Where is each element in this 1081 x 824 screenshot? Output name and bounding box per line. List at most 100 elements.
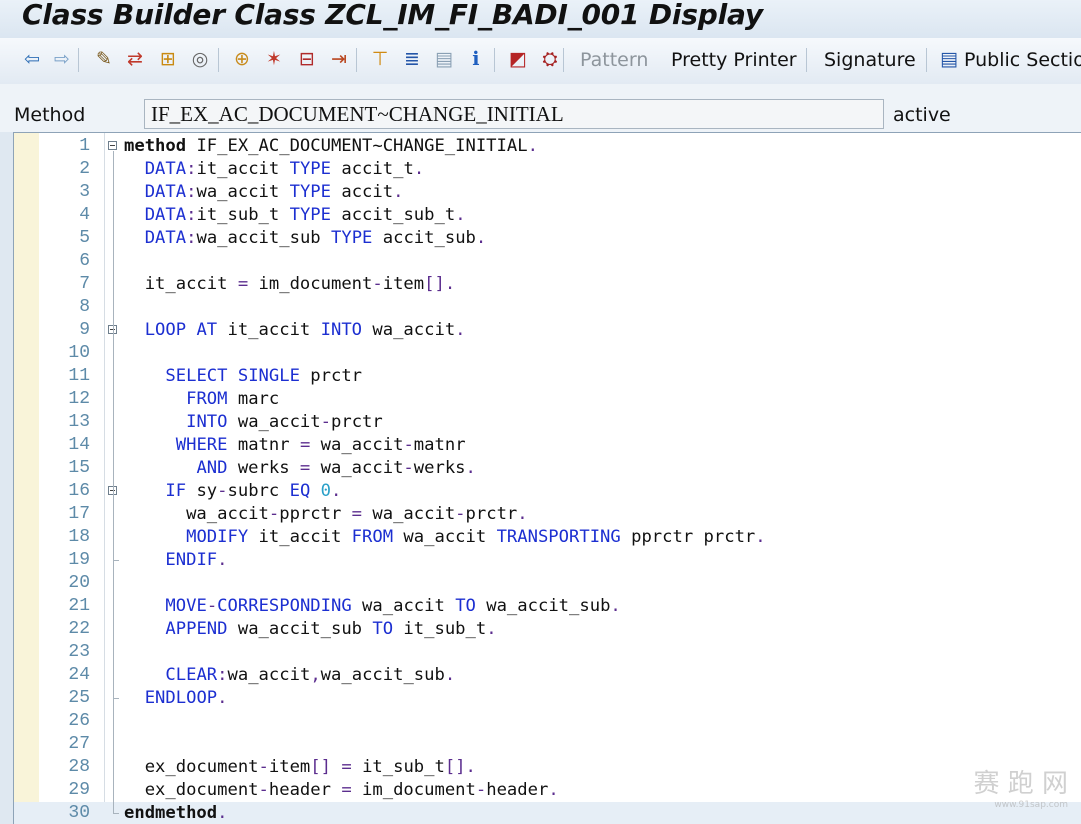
code-line[interactable]: 10 <box>14 342 1081 365</box>
application-toolbar: ⇦ ⇨ ✎ ⇄ ⊞ ◎ ⊕ ✶ ⊟ ⇥ ⊤ ≣ ▤ ℹ ◩ ⛭ Pattern Pretty Printer … <box>0 38 1081 85</box>
code-line[interactable]: 27 <box>14 733 1081 756</box>
navigation-icon[interactable]: ⇥ <box>327 47 351 71</box>
toolbar-separator <box>563 48 564 72</box>
code-line[interactable]: 18 MODIFY it_accit FROM wa_accit TRANSPO… <box>14 526 1081 549</box>
hierarchy-icon[interactable]: ⊤ <box>368 47 392 71</box>
activate-icon[interactable]: ◎ <box>188 47 212 71</box>
line-number: 20 <box>68 573 90 593</box>
code-line[interactable]: 1 method IF_EX_AC_DOCUMENT~CHANGE_INITIAL… <box>14 135 1081 158</box>
line-number: 29 <box>68 780 90 800</box>
toolbar-separator <box>78 48 79 72</box>
method-name-field[interactable]: IF_EX_AC_DOCUMENT~CHANGE_INITIAL <box>144 99 884 129</box>
line-number: 23 <box>68 642 90 662</box>
where-used-icon[interactable]: ⊟ <box>295 47 319 71</box>
code-line[interactable]: 23 <box>14 641 1081 664</box>
method-bar: Method IF_EX_AC_DOCUMENT~CHANGE_INITIAL … <box>0 84 1081 132</box>
line-number: 28 <box>68 757 90 777</box>
code-text: ex_document-header = im_document-header. <box>124 780 559 800</box>
code-text: FROM marc <box>186 389 280 409</box>
line-number: 5 <box>79 228 90 248</box>
code-line[interactable]: 17 wa_accit-pprctr = wa_accit-prctr. <box>14 503 1081 526</box>
code-line[interactable]: 4 DATA:it_sub_t TYPE accit_sub_t. <box>14 204 1081 227</box>
line-number: 9 <box>79 320 90 340</box>
code-line[interactable]: 5 DATA:wa_accit_sub TYPE accit_sub. <box>14 227 1081 250</box>
abap-code-editor[interactable]: 1 method IF_EX_AC_DOCUMENT~CHANGE_INITIAL… <box>13 132 1081 824</box>
code-text: ENDLOOP. <box>144 688 228 708</box>
back-icon[interactable]: ⇦ <box>20 47 44 71</box>
line-number: 25 <box>68 688 90 708</box>
display-change-icon[interactable]: ✎ <box>92 47 116 71</box>
line-number: 8 <box>79 297 90 317</box>
code-text: wa_accit-pprctr = wa_accit-prctr. <box>124 504 528 524</box>
code-line[interactable]: 15 AND werks = wa_accit-werks. <box>14 457 1081 480</box>
code-line[interactable]: 6 <box>14 250 1081 273</box>
window-title: Class Builder Class ZCL_IM_FI_BADI_001 D… <box>22 0 763 31</box>
line-number: 26 <box>68 711 90 731</box>
code-line[interactable]: 3 DATA:wa_accit TYPE accit. <box>14 181 1081 204</box>
line-number: 13 <box>68 412 90 432</box>
line-number: 1 <box>79 136 90 156</box>
public-section-icon: ▤ <box>940 47 958 70</box>
code-line[interactable]: 2 DATA:it_accit TYPE accit_t. <box>14 158 1081 181</box>
code-line[interactable]: 14 WHERE matnr = wa_accit-matnr <box>14 434 1081 457</box>
code-text: ex_document-item[] = it_sub_t[]. <box>124 757 476 777</box>
code-line[interactable]: 7 it_accit = im_document-item[]. <box>14 273 1081 296</box>
line-number: 30 <box>68 803 90 823</box>
line-number: 11 <box>68 366 90 386</box>
code-text: DATA:wa_accit TYPE accit. <box>144 182 404 202</box>
object-list-icon[interactable]: ⊕ <box>230 47 254 71</box>
check-icon[interactable]: ⊞ <box>156 47 180 71</box>
code-text: ENDIF. <box>165 550 228 570</box>
title-bar: Class Builder Class ZCL_IM_FI_BADI_001 D… <box>0 0 1081 38</box>
code-text: INTO wa_accit-prctr <box>186 412 383 432</box>
line-number: 15 <box>68 458 90 478</box>
pattern-button[interactable]: Pattern <box>580 49 648 71</box>
toolbar-separator <box>806 48 807 72</box>
line-number: 3 <box>79 182 90 202</box>
code-line[interactable]: 19 ENDIF. <box>14 549 1081 572</box>
info-icon[interactable]: ℹ <box>464 47 488 71</box>
code-line[interactable]: 11 SELECT SINGLE prctr <box>14 365 1081 388</box>
code-line[interactable]: 28 ex_document-item[] = it_sub_t[]. <box>14 756 1081 779</box>
forward-icon[interactable]: ⇨ <box>50 47 74 71</box>
code-line[interactable]: 29 ex_document-header = im_document-head… <box>14 779 1081 802</box>
public-section-button[interactable]: Public Section <box>964 49 1081 71</box>
code-text: it_accit = im_document-item[]. <box>124 274 456 294</box>
code-text: endmethod. <box>124 803 228 823</box>
code-line[interactable]: 22 APPEND wa_accit_sub TO it_sub_t. <box>14 618 1081 641</box>
line-number: 6 <box>79 251 90 271</box>
table-icon[interactable]: ▤ <box>432 47 456 71</box>
code-line[interactable]: 30 endmethod. <box>14 802 1081 824</box>
fold-end-tick <box>113 698 119 699</box>
signature-button[interactable]: Signature <box>824 49 916 71</box>
fold-guide-line <box>113 496 114 560</box>
code-line[interactable]: 25 ENDLOOP. <box>14 687 1081 710</box>
line-number: 22 <box>68 619 90 639</box>
code-line[interactable]: 13 INTO wa_accit-prctr <box>14 411 1081 434</box>
code-line[interactable]: 21 MOVE-CORRESPONDING wa_accit TO wa_acc… <box>14 595 1081 618</box>
line-number: 18 <box>68 527 90 547</box>
active-inactive-icon[interactable]: ⇄ <box>123 47 147 71</box>
code-text: DATA:it_sub_t TYPE accit_sub_t. <box>144 205 466 225</box>
line-number: 4 <box>79 205 90 225</box>
toolbar-separator <box>218 48 219 72</box>
code-text: method IF_EX_AC_DOCUMENT~CHANGE_INITIAL. <box>124 136 538 156</box>
code-line[interactable]: 26 <box>14 710 1081 733</box>
debug-icon[interactable]: ⛭ <box>538 47 562 71</box>
code-line[interactable]: 16 IF sy-subrc EQ 0. <box>14 480 1081 503</box>
code-line[interactable]: 9 LOOP AT it_accit INTO wa_accit. <box>14 319 1081 342</box>
code-text: APPEND wa_accit_sub TO it_sub_t. <box>165 619 497 639</box>
watermark-logo: 赛 跑 网 www.91sap.com <box>973 769 1068 810</box>
module-icon[interactable]: ◩ <box>506 47 530 71</box>
fold-toggle-icon[interactable] <box>108 141 117 150</box>
code-line[interactable]: 24 CLEAR:wa_accit,wa_accit_sub. <box>14 664 1081 687</box>
code-line[interactable]: 12 FROM marc <box>14 388 1081 411</box>
code-text: LOOP AT it_accit INTO wa_accit. <box>144 320 466 340</box>
code-line[interactable]: 20 <box>14 572 1081 595</box>
pretty-printer-button[interactable]: Pretty Printer <box>671 49 797 71</box>
code-line[interactable]: 8 <box>14 296 1081 319</box>
stack-icon[interactable]: ≣ <box>400 47 424 71</box>
wand-icon[interactable]: ✶ <box>262 47 286 71</box>
code-text: DATA:it_accit TYPE accit_t. <box>144 159 425 179</box>
code-text: AND werks = wa_accit-werks. <box>196 458 476 478</box>
